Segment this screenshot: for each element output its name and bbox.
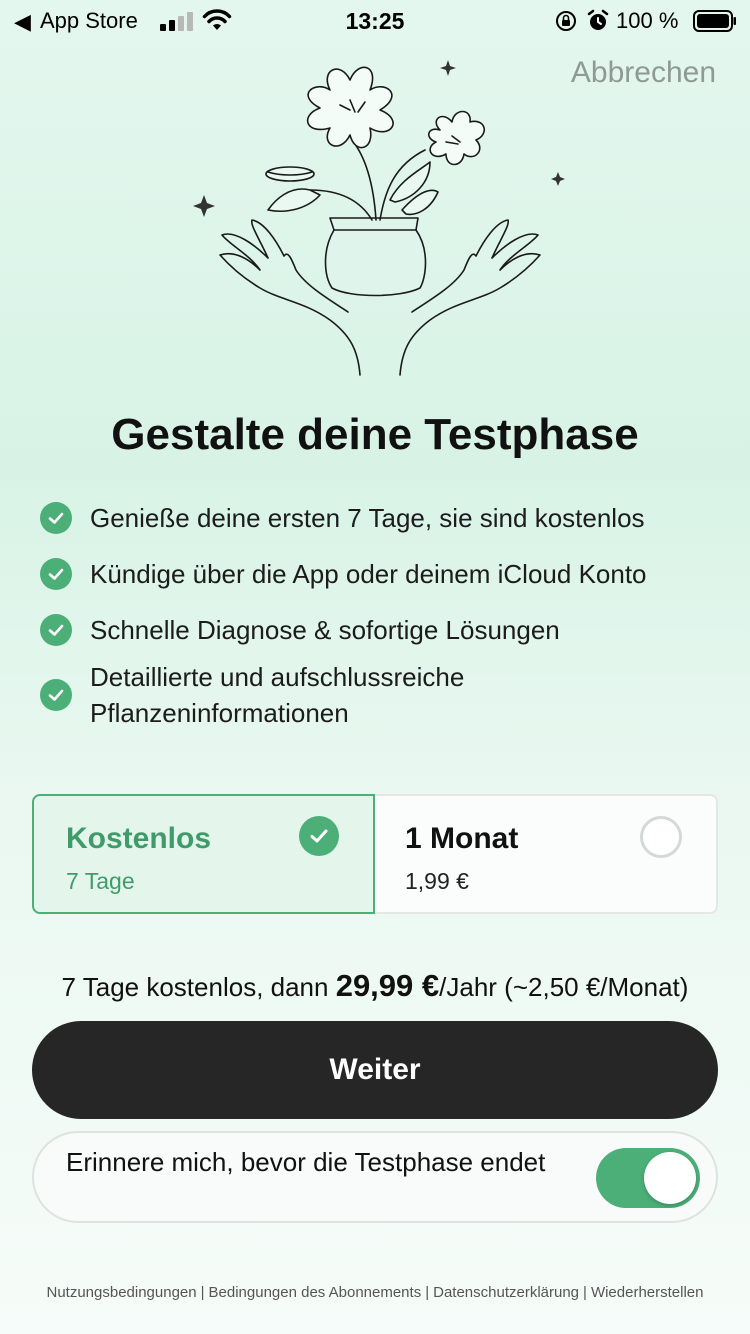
feature-item: Schnelle Diagnose & sofortige Lösungen [40,602,730,658]
price-amount: 29,99 € [335,968,440,1003]
feature-item: Detaillierte und aufschlussreiche Pflanz… [40,658,730,732]
plant-hands-illustration [193,60,565,376]
check-icon [299,816,339,856]
footer-separator: | [425,1284,430,1301]
feature-item: Genieße deine ersten 7 Tage, sie sind ko… [40,490,730,546]
page-title: Gestalte deine Testphase [111,410,639,459]
feature-list: Genieße deine ersten 7 Tage, sie sind ko… [40,490,730,732]
check-icon [40,558,72,590]
feature-text: Schnelle Diagnose & sofortige Lösungen [90,615,560,645]
plan-name: Kostenlos [66,822,212,855]
feature-text: Detaillierte und aufschlussreiche Pflanz… [90,662,465,728]
price-prefix: 7 Tage kostenlos, dann [61,972,336,1002]
battery-icon [693,10,736,32]
price-suffix: /Jahr (~2,50 €/Monat) [439,972,689,1002]
sparkle-icon [193,195,215,217]
plan-name: 1 Monat [405,822,519,855]
feature-text: Genieße deine ersten 7 Tage, sie sind ko… [90,503,645,533]
plan-price: 1,99 € [405,868,469,894]
battery-percentage: 100 % [616,8,679,33]
check-icon [40,679,72,711]
restore-link[interactable]: Wiederherstellen [591,1284,704,1301]
footer-links: Nutzungsbedingungen | Bedingungen des Abon… [0,1284,750,1301]
radio-icon[interactable] [640,816,682,858]
toggle-knob [644,1152,696,1204]
alarm-icon [587,9,609,30]
continue-button[interactable]: Weiter [32,1021,718,1119]
status-bar: ◀ App Store 13:25 100 % [0,0,750,42]
reminder-toggle[interactable] [596,1148,700,1208]
reminder-label: Erinnere mich, bevor die Testphase endet [66,1147,546,1177]
feature-item: Kündige über die App oder deinem iCloud … [40,546,730,602]
footer-separator: | [583,1284,587,1301]
feature-text: Kündige über die App oder deinem iCloud … [90,559,647,589]
cancel-button[interactable]: Abbrechen [571,56,716,90]
reminder-row: Erinnere mich, bevor die Testphase endet [32,1131,718,1223]
check-icon [40,614,72,646]
plan-option-month[interactable]: 1 Monat 1,99 € [373,794,718,914]
subscription-terms-link[interactable]: Bedingungen des Abonnements [209,1284,422,1301]
orientation-lock-icon [556,11,576,31]
plan-selector: Kostenlos 7 Tage 1 Monat 1,99 € [32,794,718,914]
plan-duration: 7 Tage [66,868,135,894]
terms-link[interactable]: Nutzungsbedingungen [46,1284,196,1301]
footer-separator: | [200,1284,205,1301]
price-summary: 7 Tage kostenlos, dann 29,99 €/Jahr (~2,… [0,968,750,1004]
check-icon [40,502,72,534]
plan-option-free[interactable]: Kostenlos 7 Tage [32,794,375,914]
sparkle-icon [551,172,565,186]
privacy-link[interactable]: Datenschutzerklärung [433,1284,579,1301]
sparkle-icon [440,60,456,76]
